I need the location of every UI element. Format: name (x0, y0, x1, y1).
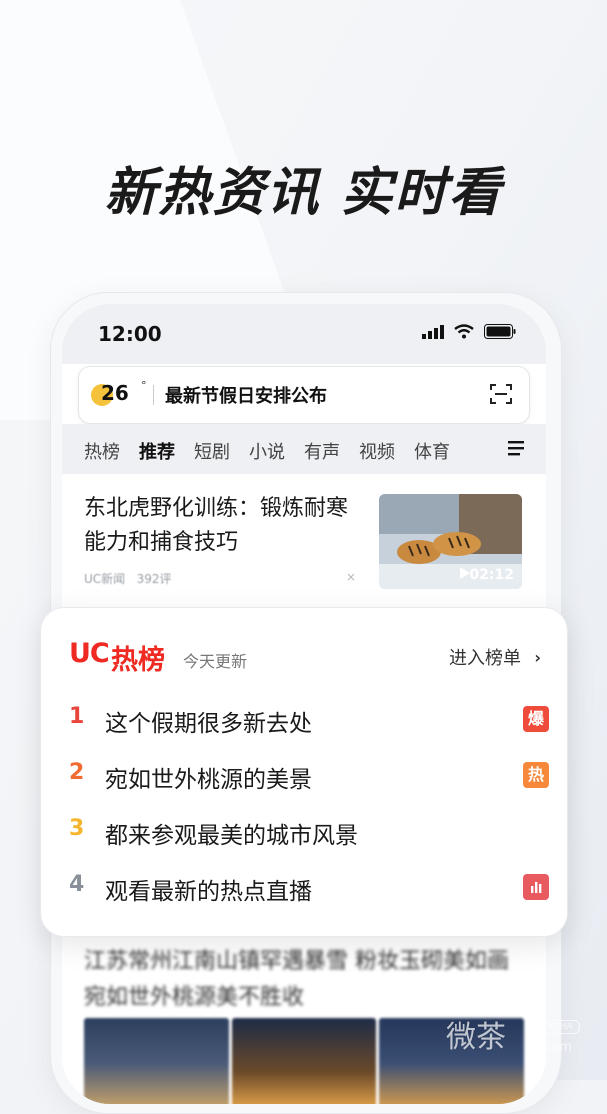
feed-image (231, 1018, 377, 1104)
tab-list: 热榜 推荐 短剧 小说 有声 视频 体育 (84, 438, 469, 464)
page-headline: 新热资讯 实时看 (104, 163, 503, 223)
news-comments: 392评 (136, 572, 172, 586)
hot-item-title[interactable]: 观看最新的热点直播 (105, 872, 312, 906)
tab-item[interactable]: 小说 (249, 438, 285, 464)
hot-list-updated: 今天更新 (183, 652, 248, 671)
divider (153, 385, 154, 405)
hot-rank: 3 (69, 816, 85, 841)
news-source: UC新闻 (84, 572, 126, 586)
hot-rank: 1 (69, 704, 85, 729)
hot-badge: 爆 (523, 706, 549, 732)
weather-temperature: 26 (101, 381, 129, 405)
live-chart-icon (523, 874, 549, 900)
tab-item[interactable]: 推荐 (139, 438, 175, 464)
hot-list-logo-text: 热榜 (111, 645, 165, 676)
hot-list-card[interactable]: UC 热榜 今天更新 进入榜单 › 1 这个假期很多新去处 爆 2 宛如世外桃源的美景 热… (40, 607, 568, 937)
signal-icon (422, 324, 444, 339)
hot-list-item[interactable]: 3 都来参观最美的城市风景 (69, 812, 549, 852)
tab-item[interactable]: 热榜 (84, 438, 120, 464)
watermark-domain: .com (540, 1040, 572, 1055)
search-hint[interactable]: 最新节假日安排公布 (165, 382, 327, 408)
news-title[interactable]: 东北虎野化训练：锻炼耐寒能力和捕食技巧 (84, 492, 354, 560)
hot-badge: 热 (523, 762, 549, 788)
menu-icon[interactable] (508, 440, 526, 456)
tab-item[interactable]: 体育 (414, 438, 450, 464)
tab-item[interactable]: 视频 (359, 438, 395, 464)
status-time: 12:00 (98, 322, 162, 346)
watermark: 微茶 WXCHA .com (446, 1012, 596, 1062)
dismiss-button[interactable]: × (346, 570, 356, 584)
chevron-right-icon[interactable]: › (534, 648, 541, 667)
hot-list-item[interactable]: 4 观看最新的热点直播 (69, 868, 549, 908)
battery-icon (484, 324, 516, 339)
hot-item-title[interactable]: 都来参观最美的城市风景 (105, 816, 358, 850)
degree-symbol: ° (141, 379, 147, 392)
hot-list-item[interactable]: 2 宛如世外桃源的美景 热 (69, 756, 549, 796)
scan-icon[interactable] (489, 382, 513, 406)
channel-tabs: 热榜 推荐 短剧 小说 有声 视频 体育 (62, 424, 546, 474)
search-bar[interactable]: 26 ° 最新节假日安排公布 (78, 366, 530, 424)
news-thumbnail[interactable]: 02:12 (379, 494, 522, 589)
hot-rank: 4 (69, 872, 85, 897)
feed-item-title[interactable]: 江苏常州江南山镇罕遇暴雪 粉妆玉砌美如画 宛如世外桃源美不胜收 (84, 944, 524, 1016)
watermark-small: WXCHA (532, 1020, 580, 1034)
tab-item[interactable]: 短剧 (194, 438, 230, 464)
tab-item[interactable]: 有声 (304, 438, 340, 464)
hot-list-item[interactable]: 1 这个假期很多新去处 爆 (69, 700, 549, 740)
watermark-text: 微茶 (446, 1020, 506, 1055)
wifi-icon (454, 324, 474, 339)
hot-list-logo-uc: UC (69, 638, 110, 669)
hot-item-title[interactable]: 这个假期很多新去处 (105, 704, 312, 738)
hot-item-title[interactable]: 宛如世外桃源的美景 (105, 760, 312, 794)
video-duration: 02:12 (469, 567, 514, 583)
status-bar: 12:00 (62, 304, 546, 364)
hot-rank: 2 (69, 760, 85, 785)
status-icons (422, 324, 516, 339)
enter-list-link[interactable]: 进入榜单 (449, 644, 521, 670)
feed-image (84, 1018, 229, 1104)
news-meta: UC新闻 392评 (84, 570, 172, 587)
